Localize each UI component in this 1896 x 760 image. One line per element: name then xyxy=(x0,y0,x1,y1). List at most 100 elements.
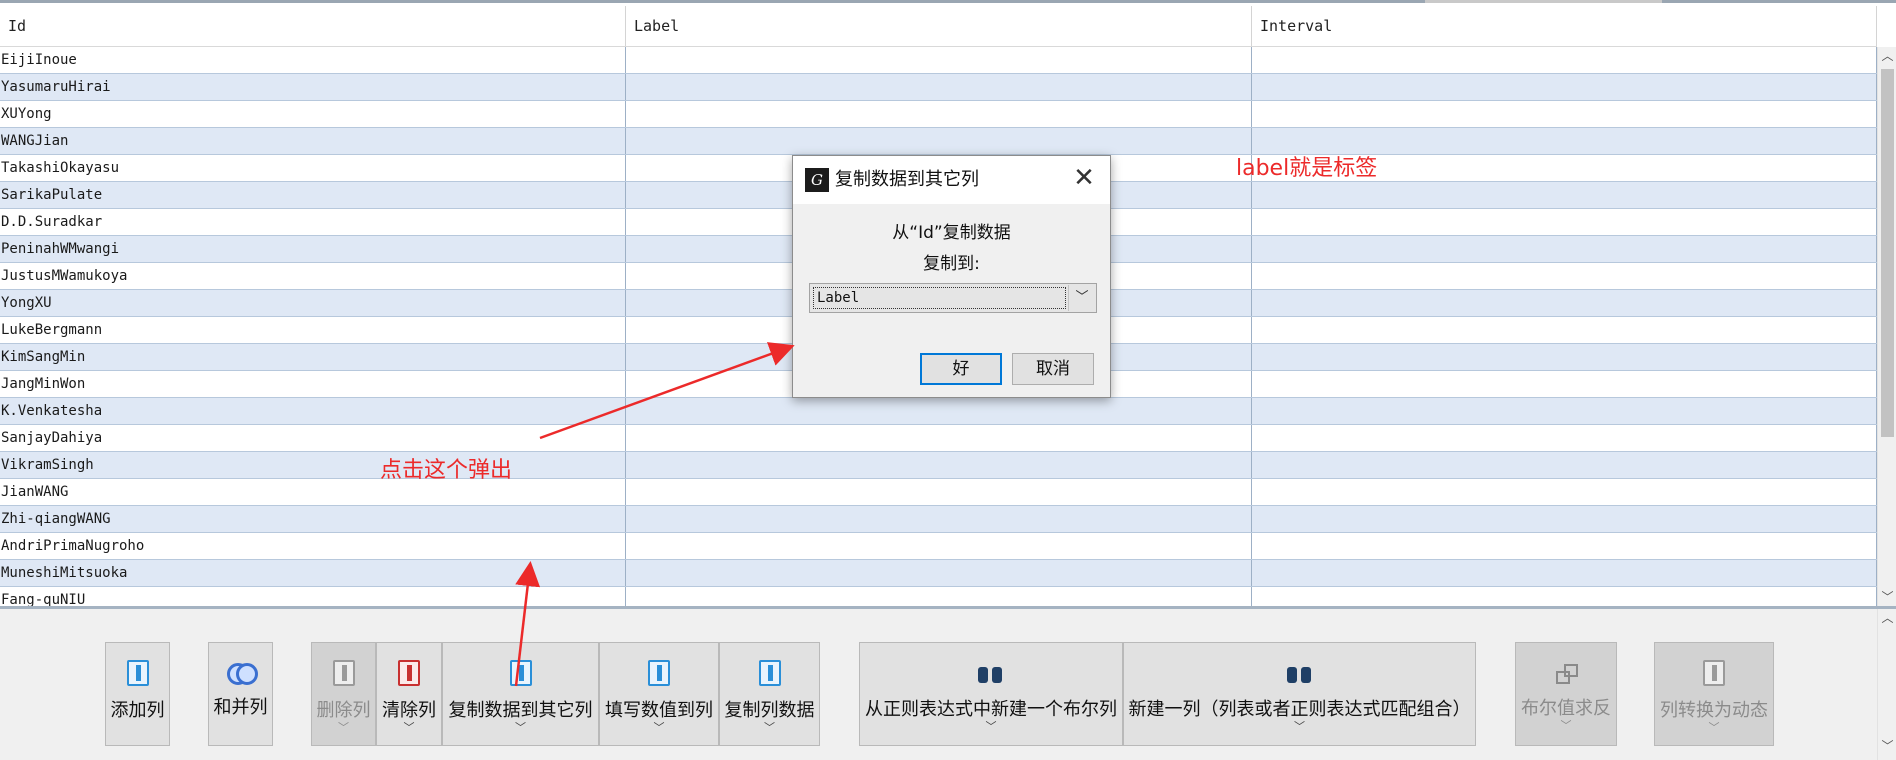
table-row[interactable]: K.Venkatesha xyxy=(0,398,1877,425)
close-icon[interactable]: ✕ xyxy=(1072,165,1096,191)
table-cell-id[interactable]: AndriPrimaNugroho xyxy=(0,533,626,559)
table-cell-id[interactable]: TakashiOkayasu xyxy=(0,155,626,181)
table-row[interactable]: XUYong xyxy=(0,101,1877,128)
boolean-negate-icon xyxy=(1556,664,1578,684)
cancel-button[interactable]: 取消 xyxy=(1012,353,1094,385)
table-cell-interval[interactable] xyxy=(1252,398,1877,424)
chevron-down-icon[interactable]: ﹀ xyxy=(764,722,775,733)
toolbar-button-10[interactable]: 列转换为动态 ﹀ xyxy=(1654,642,1774,746)
target-column-select[interactable]: Label ﹀ xyxy=(809,283,1097,313)
table-cell-label[interactable] xyxy=(626,47,1252,73)
table-cell-id[interactable]: K.Venkatesha xyxy=(0,398,626,424)
toolbar-button-4[interactable]: 复制数据到其它列 ﹀ xyxy=(442,642,599,746)
table-cell-interval[interactable] xyxy=(1252,74,1877,100)
toolbar-button-9[interactable]: 布尔值求反 ﹀ xyxy=(1515,642,1617,746)
chevron-down-icon[interactable]: ﹀ xyxy=(1294,721,1305,732)
table-cell-label[interactable] xyxy=(626,398,1252,424)
table-cell-interval[interactable] xyxy=(1252,479,1877,505)
table-cell-id[interactable]: YasumaruHirai xyxy=(0,74,626,100)
ok-button[interactable]: 好 xyxy=(920,353,1002,385)
table-cell-interval[interactable] xyxy=(1252,290,1877,316)
table-cell-label[interactable] xyxy=(626,452,1252,478)
column-header-id[interactable]: Id xyxy=(0,6,626,46)
toolbar-button-0[interactable]: 添加列 xyxy=(105,642,170,746)
table-cell-interval[interactable] xyxy=(1252,506,1877,532)
toolbar-button-5[interactable]: 填写数值到列 ﹀ xyxy=(599,642,719,746)
table-cell-interval[interactable] xyxy=(1252,236,1877,262)
table-cell-interval[interactable] xyxy=(1252,344,1877,370)
column-toolbar: ︿ ﹀ 添加列 和并列 删除列 ﹀ 清除列 ﹀ 复制数据到其它列 ﹀ 填写数值到列 ﹀ 复制列数据 ﹀… xyxy=(0,606,1896,760)
duplicate-column-icon xyxy=(758,660,781,686)
toolbar-button-6[interactable]: 复制列数据 ﹀ xyxy=(719,642,820,746)
table-row[interactable]: AndriPrimaNugroho xyxy=(0,533,1877,560)
chevron-down-icon[interactable]: ﹀ xyxy=(404,722,415,733)
table-row[interactable]: WANGJian xyxy=(0,128,1877,155)
table-cell-id[interactable]: D.D.Suradkar xyxy=(0,209,626,235)
table-cell-label[interactable] xyxy=(626,479,1252,505)
table-cell-label[interactable] xyxy=(626,425,1252,451)
table-vertical-scrollbar[interactable]: ︿ ﹀ xyxy=(1877,47,1896,609)
toolbar-button-2[interactable]: 删除列 ﹀ xyxy=(311,642,376,746)
toolbar-button-3[interactable]: 清除列 ﹀ xyxy=(376,642,442,746)
table-cell-interval[interactable] xyxy=(1252,452,1877,478)
table-row[interactable]: YasumaruHirai xyxy=(0,74,1877,101)
table-row[interactable]: JianWANG xyxy=(0,479,1877,506)
table-cell-id[interactable]: JianWANG xyxy=(0,479,626,505)
chevron-down-icon[interactable]: ﹀ xyxy=(1561,720,1572,731)
table-cell-interval[interactable] xyxy=(1252,371,1877,397)
scroll-up-icon[interactable]: ︿ xyxy=(1878,609,1896,627)
table-cell-id[interactable]: MuneshiMitsuoka xyxy=(0,560,626,586)
table-row[interactable]: Zhi-qiangWANG xyxy=(0,506,1877,533)
table-cell-id[interactable]: KimSangMin xyxy=(0,344,626,370)
table-cell-label[interactable] xyxy=(626,128,1252,154)
chevron-down-icon[interactable]: ﹀ xyxy=(1709,722,1720,733)
table-cell-interval[interactable] xyxy=(1252,425,1877,451)
table-cell-id[interactable]: WANGJian xyxy=(0,128,626,154)
table-cell-id[interactable]: SarikaPulate xyxy=(0,182,626,208)
table-cell-label[interactable] xyxy=(626,74,1252,100)
scrollbar-thumb[interactable] xyxy=(1881,69,1894,437)
table-row[interactable]: SanjayDahiya xyxy=(0,425,1877,452)
column-header-interval[interactable]: Interval xyxy=(1252,6,1877,46)
table-cell-id[interactable]: Zhi-qiangWANG xyxy=(0,506,626,532)
table-cell-label[interactable] xyxy=(626,533,1252,559)
table-cell-interval[interactable] xyxy=(1252,101,1877,127)
toolbar-vertical-scrollbar[interactable]: ︿ ﹀ xyxy=(1877,609,1896,760)
table-cell-interval[interactable] xyxy=(1252,317,1877,343)
toolbar-button-1[interactable]: 和并列 xyxy=(208,642,273,746)
table-cell-id[interactable]: XUYong xyxy=(0,101,626,127)
chevron-down-icon[interactable]: ﹀ xyxy=(986,721,997,732)
target-column-value: Label xyxy=(813,287,1066,309)
table-cell-label[interactable] xyxy=(626,560,1252,586)
table-cell-interval[interactable] xyxy=(1252,47,1877,73)
chevron-down-icon[interactable]: ﹀ xyxy=(515,722,526,733)
table-cell-label[interactable] xyxy=(626,506,1252,532)
table-cell-id[interactable]: PeninahWMwangi xyxy=(0,236,626,262)
table-cell-id[interactable]: VikramSingh xyxy=(0,452,626,478)
scroll-up-icon[interactable]: ︿ xyxy=(1878,47,1896,65)
column-header-label[interactable]: Label xyxy=(626,6,1252,46)
table-cell-id[interactable]: JustusMWamukoya xyxy=(0,263,626,289)
scroll-down-icon[interactable]: ﹀ xyxy=(1878,588,1896,606)
table-row[interactable]: EijiInoue xyxy=(0,47,1877,74)
scroll-down-icon[interactable]: ﹀ xyxy=(1878,737,1896,755)
table-cell-id[interactable]: EijiInoue xyxy=(0,47,626,73)
table-cell-label[interactable] xyxy=(626,101,1252,127)
table-cell-id[interactable]: YongXU xyxy=(0,290,626,316)
chevron-down-icon[interactable]: ﹀ xyxy=(1068,285,1095,311)
table-cell-interval[interactable] xyxy=(1252,533,1877,559)
table-row[interactable]: MuneshiMitsuoka xyxy=(0,560,1877,587)
table-cell-interval[interactable] xyxy=(1252,263,1877,289)
table-cell-interval[interactable] xyxy=(1252,560,1877,586)
toolbar-button-7[interactable]: 从正则表达式中新建一个布尔列 ﹀ xyxy=(859,642,1123,746)
table-row[interactable]: VikramSingh xyxy=(0,452,1877,479)
toolbar-button-8[interactable]: 新建一列（列表或者正则表达式匹配组合） ﹀ xyxy=(1123,642,1476,746)
table-cell-id[interactable]: JangMinWon xyxy=(0,371,626,397)
chevron-down-icon[interactable]: ﹀ xyxy=(338,722,349,733)
table-cell-interval[interactable] xyxy=(1252,209,1877,235)
dialog-titlebar[interactable]: G 复制数据到其它列 ✕ xyxy=(793,156,1110,204)
table-cell-id[interactable]: LukeBergmann xyxy=(0,317,626,343)
chevron-down-icon[interactable]: ﹀ xyxy=(654,722,665,733)
table-cell-id[interactable]: SanjayDahiya xyxy=(0,425,626,451)
table-cell-interval[interactable] xyxy=(1252,182,1877,208)
